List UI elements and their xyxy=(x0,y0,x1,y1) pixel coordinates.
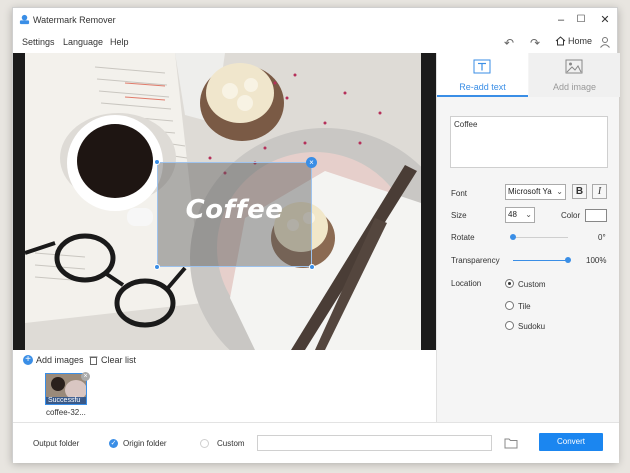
selection-close-icon[interactable]: × xyxy=(306,157,317,168)
add-images-button[interactable]: + Add images xyxy=(23,355,84,365)
app-logo-icon xyxy=(19,14,30,25)
image-icon xyxy=(565,59,583,74)
watermark-text-input[interactable]: Coffee xyxy=(450,116,608,168)
file-list: + Add images Clear list Successfu × coff… xyxy=(13,350,436,422)
tab-re-add-text-label: Re-add text xyxy=(459,82,506,92)
output-path-input[interactable] xyxy=(257,435,492,451)
resize-handle-top-left[interactable] xyxy=(154,159,160,165)
menu-help[interactable]: Help xyxy=(110,37,129,47)
settings-panel: Re-add text Add image Coffee Font Micros… xyxy=(436,53,620,422)
size-value: 48 xyxy=(508,210,517,219)
bold-button[interactable]: B xyxy=(572,184,587,199)
watermark-selection-box[interactable]: Coffee × xyxy=(154,157,317,270)
clear-list-label: Clear list xyxy=(101,355,137,365)
tab-re-add-text[interactable]: Re-add text xyxy=(437,53,528,97)
convert-button[interactable]: Convert xyxy=(539,433,603,451)
menu-bar: Settings Language Help ↶ ↷ Home xyxy=(13,34,617,52)
title-bar: Watermark Remover – ☐ ✕ xyxy=(13,8,617,33)
maximize-button[interactable]: ☐ xyxy=(569,12,593,28)
home-button[interactable]: Home xyxy=(555,36,592,46)
trash-icon xyxy=(89,356,98,365)
tab-add-image-label: Add image xyxy=(552,82,597,92)
color-label: Color xyxy=(561,211,581,220)
undo-icon[interactable]: ↶ xyxy=(501,35,517,51)
thumbnail-filename: coffee-32... xyxy=(46,408,86,417)
location-sudoku-radio[interactable] xyxy=(505,321,514,330)
close-button[interactable]: ✕ xyxy=(593,12,617,28)
rotate-label: Rotate xyxy=(451,233,475,242)
location-label: Location xyxy=(451,279,482,288)
rotate-value: 0° xyxy=(598,233,606,242)
preview-photo: Coffee × xyxy=(25,53,421,350)
app-title: Watermark Remover xyxy=(33,15,116,25)
rotate-slider-track[interactable] xyxy=(513,237,568,238)
plus-icon: + xyxy=(23,355,33,365)
tab-add-image[interactable]: Add image xyxy=(529,53,620,97)
menu-language[interactable]: Language xyxy=(63,37,103,47)
resize-handle-bottom-left[interactable] xyxy=(154,264,160,270)
location-custom-label: Custom xyxy=(518,280,546,289)
location-custom-radio[interactable] xyxy=(505,279,514,288)
origin-folder-label: Origin folder xyxy=(123,439,167,448)
add-images-label: Add images xyxy=(36,355,84,365)
output-bar: Output folder ✓ Origin folder Custom Con… xyxy=(13,422,619,463)
custom-folder-radio[interactable] xyxy=(200,439,209,448)
redo-icon[interactable]: ↷ xyxy=(527,35,543,51)
home-icon xyxy=(555,36,566,46)
origin-folder-radio[interactable]: ✓ xyxy=(109,439,118,448)
font-select[interactable]: Microsoft Ya ⌄ xyxy=(505,184,566,200)
resize-handle-bottom-right[interactable] xyxy=(309,264,315,270)
transparency-value: 100% xyxy=(586,256,607,265)
location-sudoku-label: Sudoku xyxy=(518,322,546,331)
remove-thumbnail-icon[interactable]: × xyxy=(81,372,90,381)
rotate-slider-thumb[interactable] xyxy=(510,234,516,240)
chevron-down-icon: ⌄ xyxy=(556,187,563,196)
menu-settings[interactable]: Settings xyxy=(22,37,55,47)
location-tile-label: Tile xyxy=(518,302,531,311)
thumbnail-status: Successfu xyxy=(46,397,86,404)
clear-list-button[interactable]: Clear list xyxy=(89,355,136,365)
italic-button[interactable]: I xyxy=(592,184,607,199)
output-folder-label: Output folder xyxy=(33,439,80,448)
user-icon[interactable] xyxy=(599,36,611,48)
transparency-label: Transparency xyxy=(451,256,500,265)
home-label: Home xyxy=(568,36,593,46)
custom-folder-label: Custom xyxy=(217,439,245,448)
folder-icon[interactable] xyxy=(504,436,518,450)
preview-canvas[interactable]: Coffee × xyxy=(13,53,436,350)
size-select[interactable]: 48 ⌄ xyxy=(505,207,535,223)
transparency-slider-fill xyxy=(513,260,568,261)
chevron-down-icon: ⌄ xyxy=(525,210,532,219)
font-value: Microsoft Ya xyxy=(508,187,552,196)
color-picker[interactable] xyxy=(585,209,607,222)
transparency-slider-thumb[interactable] xyxy=(565,257,571,263)
size-label: Size xyxy=(451,211,467,220)
location-tile-radio[interactable] xyxy=(505,301,514,310)
app-window: Watermark Remover – ☐ ✕ Settings Languag… xyxy=(12,7,620,463)
font-label: Font xyxy=(451,189,468,198)
text-icon xyxy=(473,59,491,74)
watermark-text[interactable]: Coffee xyxy=(158,195,311,225)
